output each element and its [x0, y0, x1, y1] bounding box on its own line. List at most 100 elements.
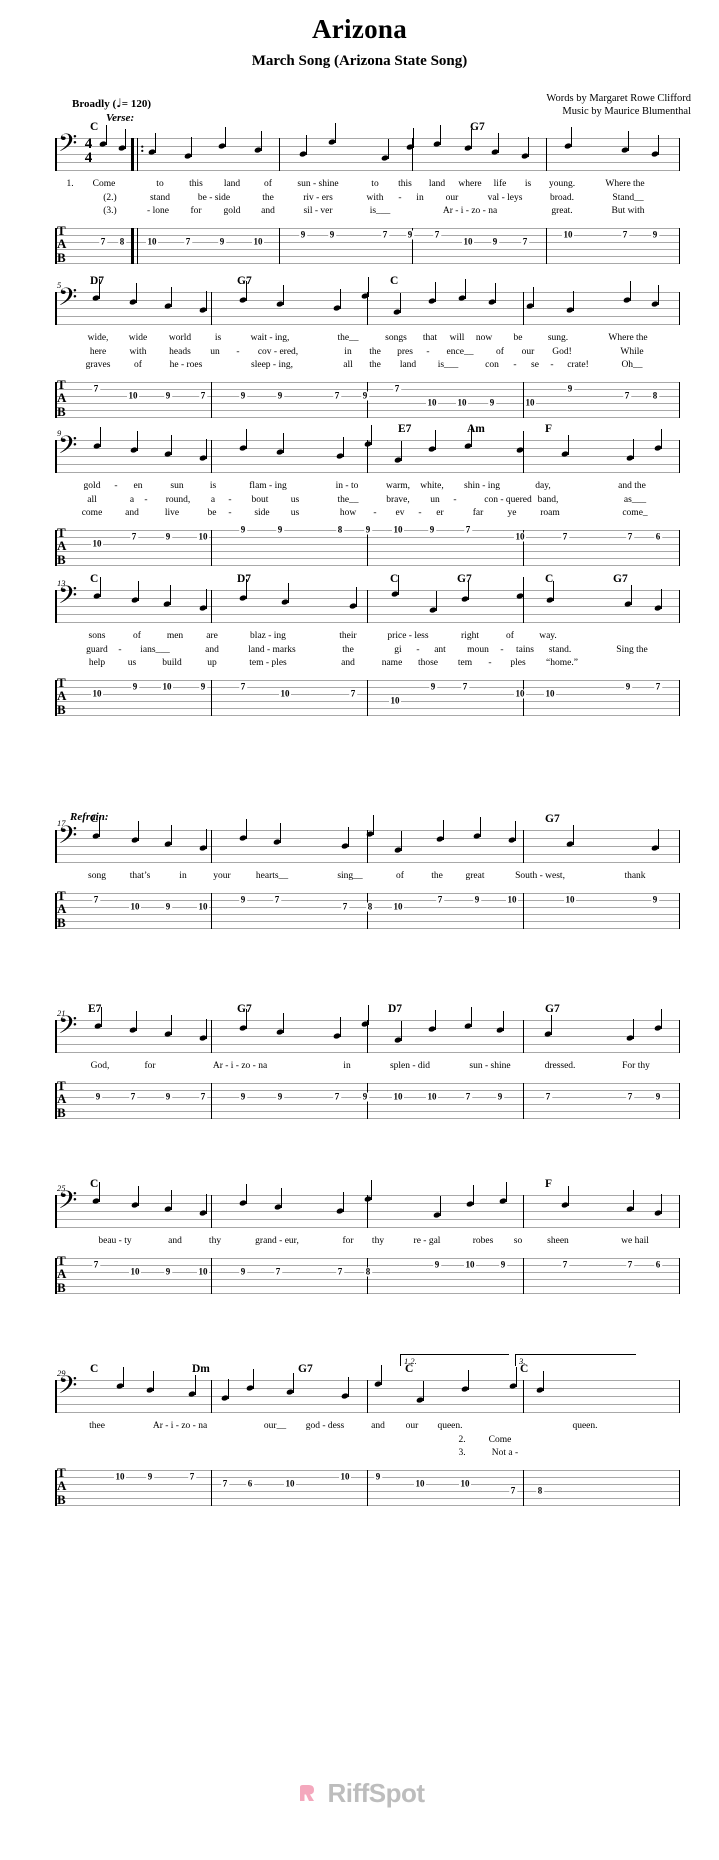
chord-symbol: D7 — [237, 573, 252, 585]
tab-fret-number: 7 — [221, 1478, 229, 1488]
lyric-syllable: beau - ty — [98, 1236, 132, 1246]
lyric-syllable: a — [210, 494, 216, 505]
lyric-syllable: our__ — [263, 1421, 287, 1431]
time-signature: 4 4 — [82, 137, 95, 166]
lyric-syllable: God, — [90, 1061, 110, 1071]
tab-fret-number: 6 — [654, 1259, 662, 1269]
bass-clef-icon: 𝄢 — [58, 581, 78, 616]
lyric-syllable: bout — [251, 494, 269, 505]
lyric-syllable: “home.” — [546, 658, 578, 668]
lyric-syllable: (3.) — [103, 206, 117, 216]
tab-fret-number: 7 — [464, 524, 472, 534]
system-bracket — [55, 292, 57, 325]
bass-clef-icon: 𝄢 — [58, 1186, 78, 1221]
tab-fret-number: 9 — [239, 1266, 247, 1276]
tab-barline — [367, 679, 368, 716]
chord-symbol: G7 — [545, 1003, 560, 1015]
lyric-syllable: all — [87, 494, 97, 505]
note-stem — [633, 439, 635, 459]
note-stem — [658, 285, 660, 305]
tab-clef-letters: T A B — [57, 223, 66, 265]
tab-fret-number: 10 — [392, 1091, 404, 1101]
lyric-syllable: us — [127, 658, 137, 668]
note-stem — [99, 1182, 101, 1202]
tab-fret-number: 6 — [654, 531, 662, 541]
barline — [211, 830, 212, 863]
lyric-syllable: in - to — [335, 481, 359, 491]
tab-fret-number: 8 — [651, 390, 659, 400]
lyric-syllable: is — [214, 333, 222, 343]
repeat-barline-thin — [137, 138, 138, 171]
lyric-line: wide, wide world is wait - ing, the__ songs tha… — [55, 332, 679, 346]
lyric-syllable: - — [114, 481, 118, 491]
barline — [679, 292, 680, 325]
tab-fret-number: 7 — [336, 1266, 344, 1276]
tab-fret-number: 9 — [361, 390, 369, 400]
tab-fret-number: 9 — [488, 397, 496, 407]
lyric-syllable: thy — [208, 1236, 222, 1246]
note-stem — [633, 1019, 635, 1039]
note-stem — [100, 577, 102, 597]
tab-fret-number: 9 — [374, 1471, 382, 1481]
note-stem — [371, 1180, 373, 1200]
tab-fret-number: 7 — [273, 894, 281, 904]
tab-fret-number: 10 — [426, 1091, 438, 1101]
lyric-syllable: val - leys — [487, 192, 523, 203]
note-stem — [99, 279, 101, 299]
tab-fret-number: 9 — [473, 894, 481, 904]
lyric-line: 2. Come — [55, 1434, 679, 1448]
note-stem — [628, 131, 630, 151]
tab-fret-number: 7 — [99, 236, 107, 246]
system-bracket — [55, 1020, 57, 1053]
tab-fret-number: 9 — [428, 524, 436, 534]
note-stem — [658, 829, 660, 849]
tab-fret-number: 7 — [333, 390, 341, 400]
tab-fret-number: 7 — [199, 1091, 207, 1101]
volta-label: 3. — [519, 1356, 526, 1366]
chord-symbol: C — [90, 1363, 99, 1375]
lyric-syllable: he - roes — [169, 360, 203, 370]
tab-fret-number: 9 — [361, 1091, 369, 1101]
tab-fret-number: 10 — [252, 236, 264, 246]
tab-letter-a: A — [57, 1266, 66, 1281]
lyric-syllable: - — [236, 346, 240, 357]
lyric-syllable: this — [189, 179, 203, 189]
note-stem — [99, 817, 101, 837]
note-stem — [281, 1188, 283, 1208]
lyric-syllable: how — [339, 508, 357, 518]
lyric-syllable: god - dess — [305, 1421, 345, 1431]
lyric-syllable: brave, — [386, 494, 410, 505]
lyric-syllable: are — [206, 631, 218, 641]
footer-logo: RiffSpot — [0, 1778, 719, 1812]
tab-fret-number: 9 — [164, 1266, 172, 1276]
tab-barline — [211, 679, 212, 716]
lyric-syllable: and — [341, 658, 355, 668]
lyric-syllable: con — [485, 360, 499, 370]
tab-fret-number: 10 — [91, 538, 103, 548]
note-stem — [246, 429, 248, 449]
lyric-syllable: great — [465, 871, 485, 881]
tab-fret-number: 7 — [544, 1091, 552, 1101]
tab-repeat-barline-thin — [137, 227, 138, 264]
tab-fret-number: 9 — [328, 229, 336, 239]
tab-fret-number: 9 — [164, 390, 172, 400]
tab-letter-a: A — [57, 688, 66, 703]
tab-fret-number: 9 — [239, 390, 247, 400]
lyric-syllable: guard — [86, 644, 108, 655]
note-stem — [335, 123, 337, 143]
lyrics-block: wide, wide world is wait - ing, the__ songs tha… — [55, 332, 679, 373]
lyric-syllable: Ar - i - zo - na — [442, 206, 498, 216]
lyric-syllable: is___ — [437, 360, 459, 370]
tab-letter-a: A — [57, 538, 66, 553]
tab-fret-number: 10 — [129, 1266, 141, 1276]
lyric-line: God, for Ar - i - zo - na in splen - did sun … — [55, 1060, 679, 1074]
barline — [211, 590, 212, 623]
system-bracket — [55, 830, 57, 863]
lyric-syllable: we hail — [621, 1236, 649, 1246]
note-stem — [523, 431, 525, 451]
tempo-paren-close: ) — [147, 98, 151, 110]
note-stem — [436, 591, 438, 611]
lyric-syllable: live — [164, 508, 180, 518]
lyric-syllable: Oh__ — [621, 360, 643, 370]
note-stem — [348, 827, 350, 847]
